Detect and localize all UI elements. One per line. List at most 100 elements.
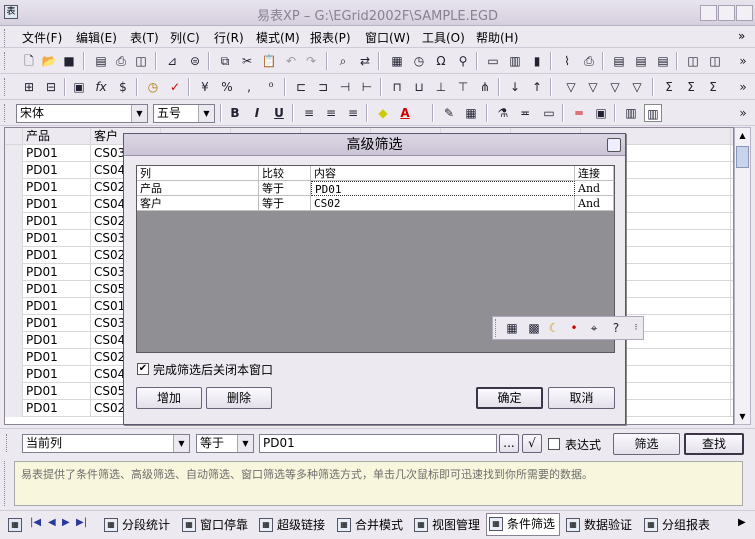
line-style-icon[interactable]: ═ xyxy=(570,104,588,122)
next-page-icon[interactable]: ▶ xyxy=(62,517,70,528)
auto-filter-icon[interactable]: ▽ xyxy=(584,78,602,96)
scroll-up-icon[interactable]: ▲ xyxy=(735,128,750,143)
filter-content[interactable]: CS02 xyxy=(311,196,575,211)
new-icon[interactable]: 🗋 xyxy=(20,52,38,70)
currency-icon[interactable]: ¥ xyxy=(196,78,214,96)
calculator-icon[interactable]: ▦ xyxy=(388,52,406,70)
menu-table[interactable]: 表(T) xyxy=(130,29,159,46)
toolbar-overflow-icon[interactable]: » xyxy=(734,78,752,96)
insert-column-icon[interactable]: ⊓ xyxy=(388,78,406,96)
filter-column[interactable]: 客户 xyxy=(137,196,259,211)
table-cell[interactable]: PD01 xyxy=(23,298,91,315)
print-preview-icon[interactable]: ◫ xyxy=(132,52,150,70)
function-icon[interactable]: fx xyxy=(92,78,110,96)
table-cell[interactable]: PD01 xyxy=(23,366,91,383)
split-right-icon[interactable]: ⊢ xyxy=(358,78,376,96)
row-header[interactable] xyxy=(5,162,23,179)
row-header[interactable] xyxy=(5,400,23,417)
pen-icon[interactable]: ✎ xyxy=(440,104,458,122)
merge-left-icon[interactable]: ⊏ xyxy=(292,78,310,96)
link-icon[interactable]: ⚲ xyxy=(454,52,472,70)
vertical-scrollbar[interactable]: ▲ ▼ xyxy=(734,127,751,425)
filter-button[interactable]: 筛选 xyxy=(613,433,680,455)
table-cell[interactable]: PD01 xyxy=(23,315,91,332)
layout-right-icon[interactable]: ▤ xyxy=(654,52,672,70)
toolbar-overflow-icon[interactable]: » xyxy=(734,104,752,122)
dollar-icon[interactable]: $ xyxy=(114,78,132,96)
print-icon[interactable]: ⎙ xyxy=(112,52,130,70)
row-header[interactable] xyxy=(5,213,23,230)
clock-icon[interactable]: ◷ xyxy=(410,52,428,70)
align-right-icon[interactable]: ≡ xyxy=(344,104,362,122)
table-cell[interactable]: PD01 xyxy=(23,213,91,230)
tab-conditional-filter[interactable]: ▦ 条件筛选 xyxy=(486,513,560,536)
merge-right-icon[interactable]: ⊐ xyxy=(314,78,332,96)
menu-mode[interactable]: 模式(M) xyxy=(256,29,300,46)
grand-total-icon[interactable]: Σ xyxy=(704,78,722,96)
filter-column-select[interactable]: 当前列 ▼ xyxy=(22,434,190,453)
underline-button[interactable]: U xyxy=(270,104,288,122)
moon-icon[interactable]: ☾ xyxy=(545,319,563,337)
filter-compare[interactable]: 等于 xyxy=(259,196,311,211)
pointer-icon[interactable]: ⌖ xyxy=(585,319,603,337)
border-icon[interactable]: ▦ xyxy=(462,104,480,122)
maximize-button[interactable] xyxy=(718,5,735,21)
dialog-close-button[interactable] xyxy=(607,138,621,152)
report-icon[interactable]: ▦ xyxy=(503,319,521,337)
row-header[interactable] xyxy=(5,315,23,332)
table-cell[interactable]: PD01 xyxy=(23,196,91,213)
clock-icon[interactable]: ◷ xyxy=(144,78,162,96)
window-cascade-icon[interactable]: ◫ xyxy=(706,52,724,70)
tree-icon[interactable]: ⋔ xyxy=(476,78,494,96)
menu-overflow-icon[interactable]: » xyxy=(738,29,745,43)
table-cell[interactable]: PD01 xyxy=(23,383,91,400)
printer-setup-icon[interactable]: ⎙ xyxy=(580,52,598,70)
row-header[interactable] xyxy=(5,298,23,315)
sort-asc-icon[interactable]: ↓ xyxy=(506,78,524,96)
ok-button[interactable]: 确定 xyxy=(476,387,543,409)
advanced-filter-icon[interactable]: ▽ xyxy=(606,78,624,96)
row-header[interactable] xyxy=(5,145,23,162)
last-page-icon[interactable]: ▶| xyxy=(76,517,87,528)
filter-row[interactable]: 客户 等于 CS02 And xyxy=(137,196,614,211)
menu-report[interactable]: 报表(P) xyxy=(310,29,351,46)
check-icon[interactable]: ✓ xyxy=(166,78,184,96)
comma-icon[interactable]: , xyxy=(240,78,258,96)
dot-icon[interactable]: • xyxy=(565,319,583,337)
menu-column[interactable]: 列(C) xyxy=(170,29,200,46)
filter-column[interactable]: 产品 xyxy=(137,181,259,196)
clear-filter-icon[interactable]: ▽ xyxy=(628,78,646,96)
table-cell[interactable]: PD01 xyxy=(23,332,91,349)
menu-edit[interactable]: 编辑(E) xyxy=(76,29,117,46)
italic-button[interactable]: I xyxy=(248,104,266,122)
insert-row-icon[interactable]: ⊞ xyxy=(20,78,38,96)
align-center-icon[interactable]: ≡ xyxy=(322,104,340,122)
table-cell[interactable]: PD01 xyxy=(23,247,91,264)
filter-row[interactable]: 产品 等于 PD01 And xyxy=(137,181,614,196)
layout-left-icon[interactable]: ▤ xyxy=(610,52,628,70)
layout-center-icon[interactable]: ▤ xyxy=(632,52,650,70)
menu-help[interactable]: 帮助(H) xyxy=(476,29,518,46)
confirm-button[interactable]: √ xyxy=(522,434,542,453)
filter-content-input[interactable]: PD01 xyxy=(259,434,497,453)
row-header[interactable] xyxy=(5,349,23,366)
font-color-icon[interactable]: A xyxy=(396,104,414,122)
toolbar-overflow-icon[interactable]: » xyxy=(734,52,752,70)
table-cell[interactable]: PD01 xyxy=(23,145,91,162)
delete-column-icon[interactable]: ⊔ xyxy=(410,78,428,96)
split-icon[interactable]: ⊣ xyxy=(336,78,354,96)
form-icon[interactable]: ▭ xyxy=(484,52,502,70)
expression-checkbox[interactable] xyxy=(548,438,560,450)
database-icon[interactable]: ⊜ xyxy=(186,52,204,70)
paste-icon[interactable]: 📋 xyxy=(260,52,278,70)
row-header[interactable] xyxy=(5,247,23,264)
sort-desc-icon[interactable]: ↑ xyxy=(528,78,546,96)
subtotal-icon[interactable]: Σ xyxy=(682,78,700,96)
filter-compare[interactable]: 等于 xyxy=(259,181,311,196)
cut-icon[interactable]: ✂ xyxy=(238,52,256,70)
row-height-icon[interactable]: ⊤ xyxy=(454,78,472,96)
help-icon[interactable]: ? xyxy=(607,319,625,337)
toolbar-options-icon[interactable]: ⁝ xyxy=(627,319,645,337)
align-left-icon[interactable]: ≡ xyxy=(300,104,318,122)
delete-button[interactable]: 删除 xyxy=(206,387,272,409)
